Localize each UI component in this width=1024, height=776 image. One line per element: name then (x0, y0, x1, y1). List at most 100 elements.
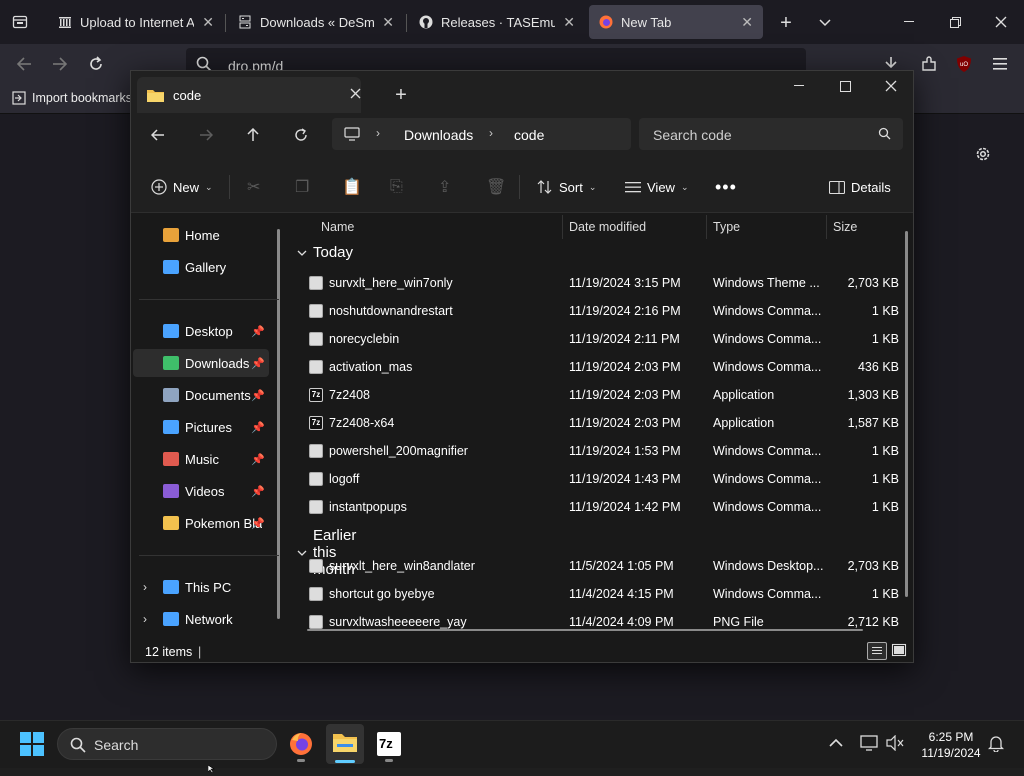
column-header-size[interactable]: Size (833, 215, 857, 239)
sidebar-item-videos[interactable]: Videos 📌 (133, 477, 269, 505)
7zip-icon[interactable]: 7z (377, 732, 401, 756)
file-row[interactable]: 7z 7z2408 11/19/2024 2:03 PM Application 1,3… (291, 381, 901, 409)
sidebar-scrollbar[interactable] (277, 229, 280, 619)
ublock-icon[interactable]: uO (949, 49, 979, 79)
sidebar-item-documents[interactable]: Documents 📌 (133, 381, 269, 409)
close-icon[interactable] (350, 87, 361, 102)
close-icon[interactable]: ✕ (741, 14, 753, 31)
sort-button[interactable]: Sort ⌄ (537, 175, 596, 199)
back-arrow-icon[interactable] (143, 120, 173, 150)
sidebar-item-music[interactable]: Music 📌 (133, 445, 269, 473)
refresh-icon[interactable] (286, 120, 316, 150)
tab-overview-icon[interactable] (5, 7, 35, 37)
new-tab-button[interactable]: + (771, 8, 801, 38)
file-date: 11/5/2024 1:05 PM (569, 559, 674, 573)
tab-github-releases[interactable]: Releases · TASEmulators ✕ (409, 5, 585, 39)
gear-icon[interactable] (968, 139, 998, 169)
file-row[interactable]: norecyclebin 11/19/2024 2:11 PM Windows Co… (291, 325, 901, 353)
file-row[interactable]: survxlt_here_win7only 11/19/2024 3:15 PM W… (291, 269, 901, 297)
sidebar-item-downloads[interactable]: Downloads 📌 (133, 349, 269, 377)
more-options-icon[interactable]: ••• (715, 175, 737, 199)
sidebar-item-this-pc[interactable]: › This PC (133, 573, 269, 601)
file-row[interactable]: activation_mas 11/19/2024 2:03 PM Windows … (291, 353, 901, 381)
volume-muted-icon[interactable] (886, 734, 904, 754)
back-arrow-icon[interactable] (9, 49, 39, 79)
tab-desmume[interactable]: Downloads « DeSmuME ✕ (228, 5, 404, 39)
chevron-right-icon[interactable]: › (143, 580, 147, 594)
tiles-view-icon[interactable] (891, 642, 909, 660)
column-header-type[interactable]: Type (713, 215, 740, 239)
chevron-right-icon[interactable]: › (143, 612, 147, 626)
sidebar-item-desktop[interactable]: Desktop 📌 (133, 317, 269, 345)
copy-icon[interactable]: ❐ (295, 175, 309, 199)
file-row[interactable]: powershell_200magnifier 11/19/2024 1:53 P… (291, 437, 901, 465)
sidebar-item-pokemon-bla[interactable]: Pokemon Bla 📌 (133, 509, 269, 537)
close-icon[interactable]: ✕ (563, 14, 575, 31)
close-window-icon[interactable] (978, 8, 1024, 36)
file-row[interactable]: shortcut go byebye 11/4/2024 4:15 PM Windo… (291, 580, 901, 608)
file-row[interactable]: 7z 7z2408-x64 11/19/2024 2:03 PM Applicatio… (291, 409, 901, 437)
network-monitor-icon[interactable] (860, 735, 878, 754)
sidebar-item-label: Downloads (185, 355, 250, 371)
tab-internet-archive[interactable]: Upload to Internet Archive ✕ (48, 5, 224, 39)
breadcrumb[interactable]: › Downloads › code (332, 118, 631, 150)
minimize-icon[interactable] (784, 71, 814, 101)
close-window-icon[interactable] (876, 71, 906, 101)
file-row[interactable]: instantpopups 11/19/2024 1:42 PM Windows C… (291, 493, 901, 521)
file-row[interactable]: survxltwasheeeeere_yay 11/4/2024 4:09 PM P… (291, 608, 901, 636)
share-icon[interactable]: ⇪ (438, 175, 451, 199)
new-button[interactable]: New ⌄ (151, 175, 213, 199)
close-icon[interactable]: ✕ (382, 14, 394, 31)
view-button[interactable]: View ⌄ (625, 175, 689, 199)
rename-icon[interactable]: ⎘ (390, 175, 403, 199)
search-input[interactable]: Search code (639, 118, 903, 150)
column-separator[interactable] (706, 215, 707, 239)
breadcrumb-code[interactable]: code (514, 127, 544, 143)
firefox-icon[interactable] (289, 732, 313, 759)
taskbar-search-box[interactable]: Search (57, 728, 277, 760)
details-view-icon[interactable] (867, 642, 887, 660)
cmd-file-icon (309, 360, 323, 374)
column-header-date[interactable]: Date modified (569, 215, 646, 239)
maximize-icon[interactable] (830, 71, 860, 101)
sidebar-item-network[interactable]: › Network (133, 605, 269, 633)
file-list-vertical-scrollbar[interactable] (905, 231, 908, 597)
file-explorer-taskbar-button[interactable] (326, 724, 364, 764)
tab-new-tab[interactable]: New Tab ✕ (589, 5, 763, 39)
cut-icon[interactable]: ✂ (247, 175, 260, 199)
extensions-icon[interactable] (914, 49, 944, 79)
maximize-icon[interactable] (932, 8, 978, 36)
details-button[interactable]: Details (829, 175, 891, 199)
file-row[interactable]: noshutdownandrestart 11/19/2024 2:16 PM Wi… (291, 297, 901, 325)
sidebar-item-pictures[interactable]: Pictures 📌 (133, 413, 269, 441)
column-separator[interactable] (826, 215, 827, 239)
file-list-horizontal-scrollbar[interactable] (307, 629, 863, 631)
windows-start-icon[interactable] (20, 732, 44, 759)
menu-icon[interactable] (985, 49, 1015, 79)
system-clock[interactable]: 6:25 PM 11/19/2024 (916, 729, 986, 761)
new-explorer-tab-button[interactable]: + (386, 80, 416, 110)
group-header[interactable]: Today (297, 244, 353, 261)
file-row[interactable]: logoff 11/19/2024 1:43 PM Windows Comma...… (291, 465, 901, 493)
close-icon[interactable]: ✕ (202, 14, 214, 31)
forward-arrow-icon[interactable] (45, 49, 75, 79)
paste-icon[interactable]: 📋 (342, 175, 362, 199)
chevron-up-icon[interactable] (829, 736, 843, 751)
reload-icon[interactable] (81, 49, 111, 79)
breadcrumb-downloads[interactable]: Downloads (404, 127, 473, 143)
import-bookmarks-button[interactable]: Import bookmarks... (12, 91, 142, 105)
column-separator[interactable] (562, 215, 563, 239)
up-arrow-icon[interactable] (238, 120, 268, 150)
sidebar-item-gallery[interactable]: Gallery (133, 253, 269, 281)
column-header-name[interactable]: Name (321, 215, 354, 239)
explorer-tab-code[interactable]: code (137, 77, 361, 113)
delete-icon[interactable]: 🗑 (486, 175, 506, 199)
sidebar-item-home[interactable]: Home (133, 221, 269, 249)
forward-arrow-icon[interactable] (191, 120, 221, 150)
file-name: shortcut go byebye (329, 587, 435, 601)
mouse-cursor-icon (207, 761, 216, 776)
bell-icon[interactable] (987, 735, 1005, 755)
minimize-icon[interactable] (886, 8, 932, 36)
file-row[interactable]: survxlt_here_win8andlater 11/5/2024 1:05 … (291, 552, 901, 580)
tab-list-chevron-down-icon[interactable] (810, 8, 840, 38)
